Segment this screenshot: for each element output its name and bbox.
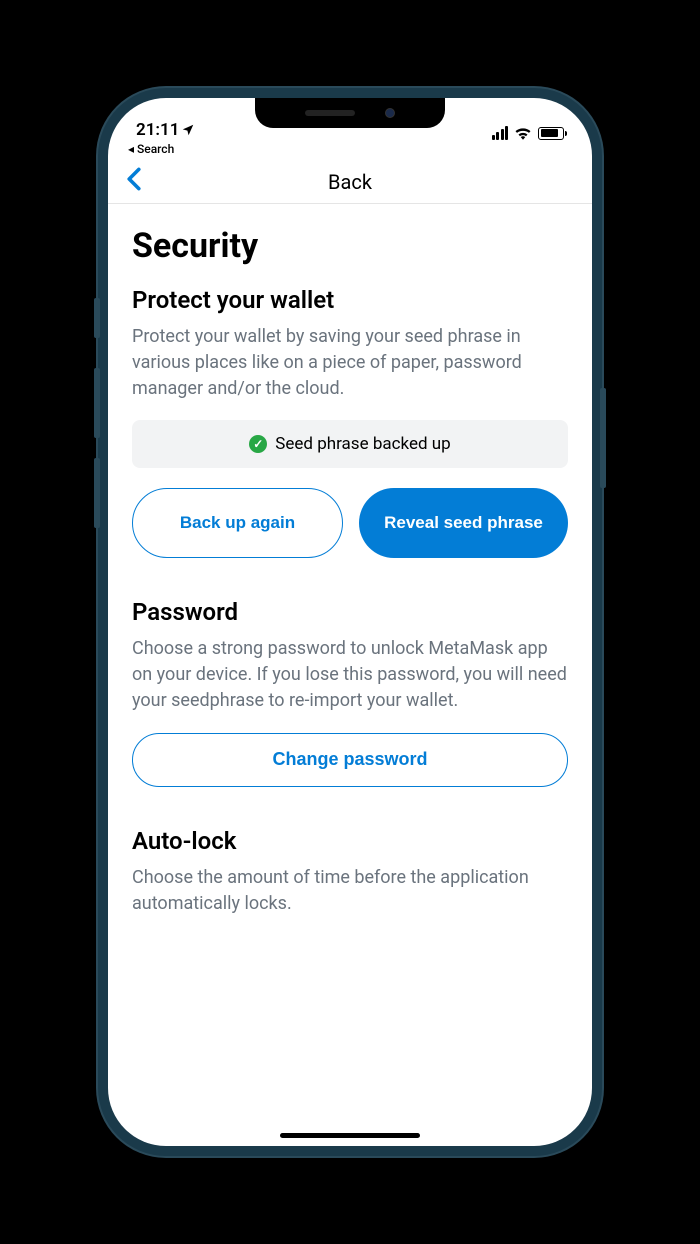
side-button [94, 458, 100, 528]
side-button [600, 388, 606, 488]
camera-icon [385, 108, 395, 118]
speaker-icon [305, 110, 355, 116]
nav-bar: Back [108, 160, 592, 204]
cellular-signal-icon [492, 126, 509, 140]
side-button [94, 368, 100, 438]
seed-status-pill: ✓ Seed phrase backed up [132, 420, 568, 468]
autolock-heading: Auto-lock [132, 827, 568, 855]
check-circle-icon: ✓ [249, 435, 267, 453]
battery-icon [538, 127, 564, 140]
home-indicator[interactable] [280, 1133, 420, 1138]
wifi-icon [514, 126, 532, 140]
content: Security Protect your wallet Protect you… [108, 204, 592, 1142]
change-password-button[interactable]: Change password [132, 733, 568, 787]
status-time: 21:11 [136, 120, 179, 140]
seed-status-text: Seed phrase backed up [275, 434, 450, 454]
side-button [94, 298, 100, 338]
password-body: Choose a strong password to unlock MetaM… [132, 636, 568, 714]
location-arrow-icon [181, 123, 195, 137]
screen: 21:11 ◂ Search Back Security Protect you… [108, 98, 592, 1146]
protect-body: Protect your wallet by saving your seed … [132, 324, 568, 402]
phone-frame: 21:11 ◂ Search Back Security Protect you… [98, 88, 602, 1156]
page-title: Security [132, 226, 568, 266]
breadcrumb-label: Search [137, 142, 174, 156]
protect-heading: Protect your wallet [132, 286, 568, 314]
autolock-body: Choose the amount of time before the app… [132, 865, 568, 917]
nav-title: Back [328, 170, 372, 194]
password-heading: Password [132, 598, 568, 626]
reveal-seed-button[interactable]: Reveal seed phrase [359, 488, 568, 558]
notch [255, 98, 445, 128]
breadcrumb[interactable]: ◂ Search [108, 142, 592, 160]
back-chevron-icon[interactable] [126, 165, 142, 198]
backup-again-button[interactable]: Back up again [132, 488, 343, 558]
